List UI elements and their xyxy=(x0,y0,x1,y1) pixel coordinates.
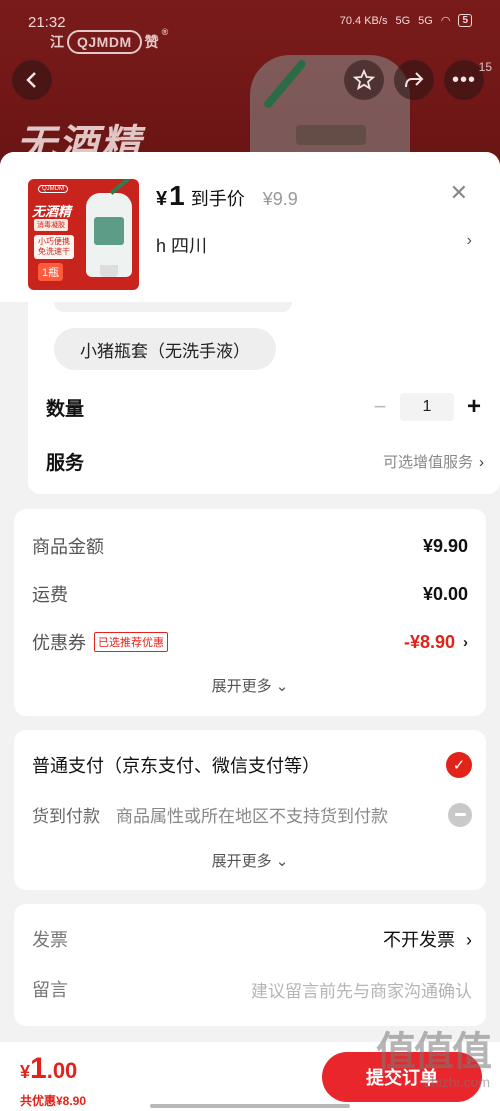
chevron-right-icon: › xyxy=(466,930,472,950)
coupon-label: 优惠券 xyxy=(32,633,86,653)
cost-row: 商品金额 ¥9.90 xyxy=(32,535,468,558)
network-speed: 70.4 KB/s xyxy=(339,14,388,27)
favorite-button[interactable] xyxy=(344,60,384,100)
total-discount: 共优惠¥8.90 xyxy=(20,1094,87,1108)
price-currency: ¥ xyxy=(156,188,168,210)
cod-note: 商品属性或所在地区不支持货到付款 xyxy=(116,807,388,826)
original-price: ¥9.9 xyxy=(262,189,298,209)
signal-icon-2: 5G xyxy=(418,14,433,27)
disabled-icon xyxy=(448,802,472,827)
purchase-sheet: QJMDM 无酒精 消毒凝胶 小巧便携 免洗速干 1瓶 ¥ 1 到手价 ¥9.9… xyxy=(0,152,500,1111)
message-label: 留言 xyxy=(32,980,68,1000)
price-value: 1 xyxy=(169,180,185,211)
background-product-page: 21:32 70.4 KB/s 5G 5G ◠ 5 江 QJMDM 赞 ® 无酒… xyxy=(0,0,500,170)
chevron-right-icon: › xyxy=(463,633,468,651)
options-card: 小猪瓶套（无洗手液） 数量 − 1 + 服务 可选增值服务 › xyxy=(28,302,500,494)
checkout-bar: ¥1.00 共优惠¥8.90 提交订单 xyxy=(0,1042,500,1111)
chevron-right-icon: › xyxy=(479,454,484,471)
chevron-down-icon: ⌄ xyxy=(275,853,289,870)
message-input[interactable]: 建议留言前先与商家沟通确认 xyxy=(251,977,472,1002)
variant-option-partial[interactable] xyxy=(54,302,292,312)
expand-more-button[interactable]: 展开更多 ⌄ xyxy=(14,675,486,696)
message-row: 留言 建议留言前先与商家沟通确认 xyxy=(32,976,472,1002)
expand-more-button[interactable]: 展开更多 ⌄ xyxy=(14,850,486,871)
back-button[interactable] xyxy=(12,60,52,100)
invoice-row[interactable]: 发票 不开发票 › xyxy=(32,926,472,952)
chevron-right-icon: › xyxy=(466,232,472,249)
coupon-value: -¥8.90 xyxy=(403,631,455,652)
service-row[interactable]: 服务 可选增值服务 › xyxy=(46,448,484,475)
total-price: ¥1.00 xyxy=(20,1052,78,1085)
quantity-row: 数量 − 1 + xyxy=(46,392,484,422)
coupon-row[interactable]: 优惠券 已选推荐优惠 -¥8.90 › xyxy=(32,629,468,655)
submit-order-button[interactable]: 提交订单 xyxy=(322,1052,482,1102)
share-button[interactable] xyxy=(394,60,434,100)
more-badge: 15 xyxy=(478,60,492,74)
wifi-icon: ◠ xyxy=(440,15,451,27)
close-button[interactable]: ✕ xyxy=(450,180,468,206)
chevron-down-icon: ⌄ xyxy=(275,678,289,695)
status-time: 21:32 xyxy=(28,14,66,31)
payment-option-standard[interactable]: 普通支付（京东支付、微信支付等） ✓ xyxy=(32,752,472,778)
coupon-tag: 已选推荐优惠 xyxy=(94,632,168,652)
quantity-label: 数量 xyxy=(46,398,85,420)
service-value: 可选增值服务 xyxy=(382,454,473,471)
battery-icon: 5 xyxy=(458,14,472,27)
invoice-label: 发票 xyxy=(32,930,68,950)
cost-card: 商品金额 ¥9.90 运费 ¥0.00 优惠券 已选推荐优惠 -¥8.90 › … xyxy=(14,509,486,716)
quantity-input[interactable]: 1 xyxy=(400,393,454,421)
share-icon xyxy=(405,72,424,88)
more-icon: ••• xyxy=(451,68,476,91)
payment-card: 普通支付（京东支付、微信支付等） ✓ 货到付款 商品属性或所在地区不支持货到付款… xyxy=(14,730,486,890)
back-icon xyxy=(26,72,36,88)
star-icon xyxy=(353,69,375,91)
increase-button[interactable]: + xyxy=(464,393,484,421)
home-indicator xyxy=(150,1104,350,1108)
close-icon: ✕ xyxy=(449,180,468,205)
brand-logo: 江 QJMDM 赞 ® xyxy=(50,27,168,54)
service-label: 服务 xyxy=(46,453,85,474)
product-summary: QJMDM 无酒精 消毒凝胶 小巧便携 免洗速干 1瓶 ¥ 1 到手价 ¥9.9… xyxy=(0,152,500,302)
price-label: 到手价 xyxy=(190,189,245,209)
quantity-stepper: − 1 + xyxy=(370,393,484,421)
decrease-button[interactable]: − xyxy=(370,394,390,420)
invoice-value: 不开发票 xyxy=(382,930,455,950)
address-selector[interactable]: h 四川 › xyxy=(156,232,472,258)
signal-icon: 5G xyxy=(395,14,411,27)
address-text: h 四川 xyxy=(156,236,208,256)
payment-option-cod: 货到付款 商品属性或所在地区不支持货到付款 xyxy=(32,802,472,827)
cod-title: 货到付款 xyxy=(32,807,100,826)
invoice-card: 发票 不开发票 › 留言 建议留言前先与商家沟通确认 xyxy=(14,904,486,1026)
product-thumbnail: QJMDM 无酒精 消毒凝胶 小巧便携 免洗速干 1瓶 xyxy=(28,179,139,290)
status-icons: 70.4 KB/s 5G 5G ◠ 5 xyxy=(340,14,472,27)
check-icon: ✓ xyxy=(446,752,472,778)
price-row: ¥ 1 到手价 ¥9.9 xyxy=(156,180,298,212)
variant-option[interactable]: 小猪瓶套（无洗手液） xyxy=(54,328,276,370)
cost-row: 运费 ¥0.00 xyxy=(32,583,468,606)
